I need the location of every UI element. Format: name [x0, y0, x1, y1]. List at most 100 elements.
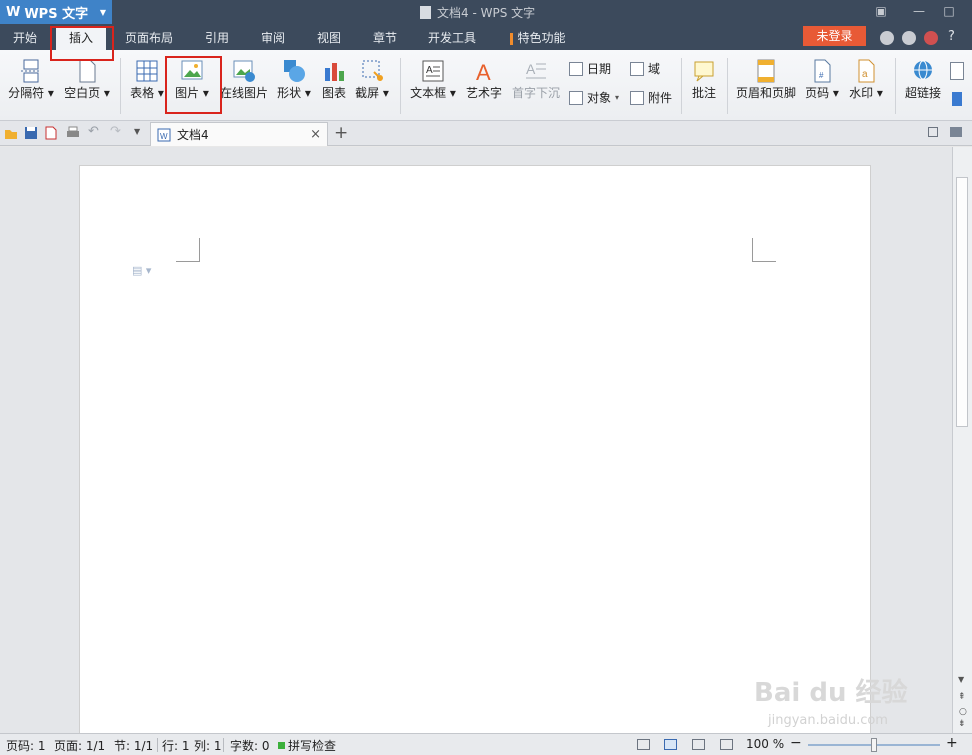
shapes-button[interactable]: 形状 ▾: [274, 58, 314, 101]
attachment-label: 附件: [648, 91, 673, 105]
textbox-button[interactable]: A 文本框 ▾: [408, 58, 458, 101]
ribbon-separator: [727, 58, 728, 114]
svg-text:a: a: [862, 69, 868, 80]
scrollbar-thumb[interactable]: [956, 177, 968, 427]
chart-button[interactable]: 图表: [318, 58, 350, 101]
tab-page-layout[interactable]: 页面布局: [118, 28, 180, 48]
undo-icon[interactable]: ↶: [88, 124, 99, 139]
page-break-icon: [21, 59, 41, 83]
dropcap-label: 首字下沉: [511, 86, 560, 100]
field-label: 域: [648, 62, 661, 76]
hyperlink-button[interactable]: 超链接: [902, 58, 944, 101]
spell-check-icon: [278, 742, 285, 749]
app-name: WPS 文字: [24, 6, 89, 22]
margin-corner-top-left: [176, 238, 200, 262]
page-number-label: 页码: [805, 86, 830, 100]
field-button[interactable]: 域: [630, 60, 660, 77]
status-section[interactable]: 节: 1/1: [114, 737, 153, 754]
dropcap-icon: A: [526, 61, 546, 79]
page-break-button[interactable]: 分隔符 ▾: [6, 58, 56, 101]
zoom-slider-thumb[interactable]: [871, 738, 877, 752]
document-tab-label: 文档4: [177, 128, 209, 142]
screenshot-button[interactable]: 截屏 ▾: [352, 58, 392, 101]
comment-button[interactable]: 批注: [688, 58, 720, 101]
header-footer-button[interactable]: 页眉和页脚: [734, 58, 798, 101]
select-browse-object-icon[interactable]: ○: [959, 707, 967, 717]
blank-page-button[interactable]: 空白页 ▾: [62, 58, 112, 101]
blank-page-icon: [79, 59, 96, 83]
orange-bar-icon: [510, 32, 514, 45]
vertical-scrollbar[interactable]: ▼ ⇞ ○ ⇟: [952, 147, 972, 733]
object-button[interactable]: 对象 ▾: [569, 89, 619, 106]
page-number-button[interactable]: # 页码 ▾: [802, 58, 842, 101]
document-icon: [420, 6, 431, 19]
date-button[interactable]: 日期: [569, 60, 611, 77]
status-row[interactable]: 行: 1: [162, 737, 190, 754]
scroll-down-arrow-icon[interactable]: ▼: [958, 675, 964, 684]
redo-icon[interactable]: ↷: [110, 124, 121, 139]
document-page[interactable]: ▤ ▾: [79, 165, 871, 733]
status-word-count[interactable]: 字数: 0: [230, 737, 270, 754]
tab-sections[interactable]: 章节: [364, 28, 406, 48]
new-tab-button[interactable]: +: [334, 123, 348, 143]
dropcap-button[interactable]: A 首字下沉: [510, 58, 562, 101]
document-tab[interactable]: W 文档4 ×: [150, 122, 328, 146]
maximize-button[interactable]: □: [938, 2, 960, 20]
skin-settings-icon[interactable]: [924, 31, 938, 45]
table-button[interactable]: 表格 ▾: [128, 58, 166, 101]
status-bar: 页码: 1 页面: 1/1 节: 1/1 行: 1 列: 1 字数: 0 拼写检…: [0, 733, 972, 755]
restore-panel-icon[interactable]: [928, 127, 938, 137]
tab-references[interactable]: 引用: [196, 28, 238, 48]
attachment-button[interactable]: 附件: [630, 89, 672, 106]
status-column[interactable]: 列: 1: [194, 737, 222, 754]
zoom-in-button[interactable]: +: [946, 735, 958, 751]
sync-icon[interactable]: [902, 31, 916, 45]
ribbon-separator: [400, 58, 401, 114]
object-icon: [569, 90, 583, 105]
status-separator: [157, 738, 158, 752]
next-page-icon[interactable]: ⇟: [958, 719, 966, 729]
online-picture-button[interactable]: 在线图片: [220, 58, 268, 101]
baidu-watermark: Bai du 经验: [754, 678, 908, 708]
prev-page-icon[interactable]: ⇞: [958, 692, 966, 702]
svg-text:#: #: [819, 71, 824, 80]
hyperlink-label: 超链接: [904, 86, 941, 100]
zoom-out-button[interactable]: −: [790, 735, 802, 751]
tab-review[interactable]: 审阅: [252, 28, 294, 48]
shapes-label: 形状: [277, 86, 302, 100]
tab-developer[interactable]: 开发工具: [420, 28, 484, 48]
paragraph-layout-icon[interactable]: ▤ ▾: [132, 264, 151, 277]
customize-dropdown-icon[interactable]: ▼: [134, 127, 140, 136]
page-view-icon[interactable]: [664, 739, 677, 750]
status-page[interactable]: 页码: 1: [6, 737, 46, 754]
export-pdf-icon[interactable]: [44, 126, 58, 140]
zoom-level[interactable]: 100 %: [746, 737, 784, 751]
fullscreen-view-icon[interactable]: [637, 739, 650, 750]
login-button[interactable]: 未登录: [803, 26, 866, 46]
panel-toggle-icon[interactable]: [950, 127, 962, 137]
help-button[interactable]: ?: [948, 29, 955, 44]
tab-view[interactable]: 视图: [308, 28, 350, 48]
ribbon-separator: [120, 58, 121, 114]
ribbon-insert: 分隔符 ▾ 空白页 ▾ 表格 ▾ 图片 ▾ 在线图片 形状 ▾ 图表 截屏 ▾ …: [0, 50, 972, 121]
status-pages[interactable]: 页面: 1/1: [54, 737, 105, 754]
wordart-button[interactable]: A 艺术字: [464, 58, 504, 101]
feedback-icon[interactable]: [880, 31, 894, 45]
app-menu-button[interactable]: W WPS 文字 ▼: [0, 0, 112, 24]
tab-special-features[interactable]: 特色功能: [504, 28, 572, 48]
web-view-icon[interactable]: [720, 739, 733, 750]
minimize-button[interactable]: —: [908, 2, 930, 20]
watermark-button[interactable]: a 水印 ▾: [846, 58, 886, 101]
wordart-icon: A: [476, 60, 491, 84]
flag-icon[interactable]: [952, 92, 962, 106]
close-tab-button[interactable]: ×: [310, 127, 321, 142]
open-folder-icon[interactable]: [4, 126, 18, 140]
bookmark-icon[interactable]: [950, 62, 964, 80]
tab-home[interactable]: 开始: [4, 28, 46, 48]
print-icon[interactable]: [66, 126, 80, 140]
save-icon[interactable]: [24, 126, 38, 140]
outline-view-icon[interactable]: [692, 739, 705, 750]
spell-check-button[interactable]: 拼写检查: [278, 737, 336, 754]
skin-icon[interactable]: ▣: [870, 2, 892, 20]
page-number-icon: #: [814, 59, 831, 83]
